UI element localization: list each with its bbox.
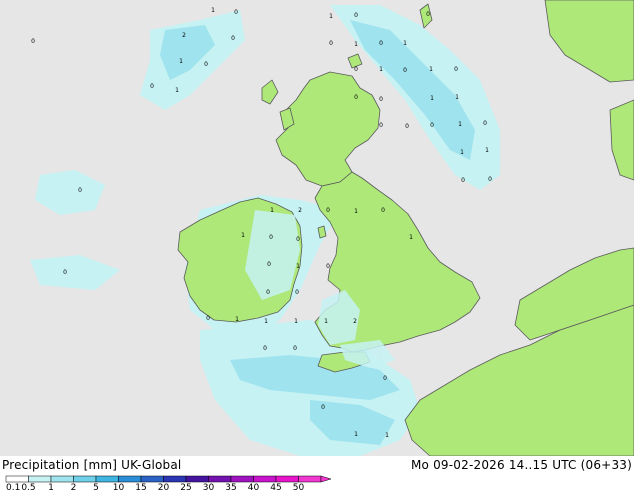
map-value: 0 (430, 122, 434, 129)
colorbar-swatch (253, 475, 277, 483)
map-value: 1 (324, 318, 328, 325)
map-value: 1 (211, 7, 215, 14)
colorbar-tick-label: 10 (113, 483, 125, 490)
colorbar-tick-label: 30 (203, 483, 215, 490)
map-value: 1 (179, 58, 183, 65)
map-value: 0 (379, 122, 383, 129)
colorbar-swatch (298, 475, 322, 483)
colorbar-swatch (163, 475, 187, 483)
map-value: 0 (269, 234, 273, 241)
colorbar-tick-label: 5 (93, 483, 99, 490)
map-value: 1 (354, 208, 358, 215)
colorbar-swatch (28, 475, 52, 483)
colorbar-swatch (185, 475, 209, 483)
map-value: 1 (430, 95, 434, 102)
map-value: 1 (270, 207, 274, 214)
colorbar-tick-label: 0.1 (6, 483, 20, 490)
map-value: 0 (293, 345, 297, 352)
map-value: 1 (460, 149, 464, 156)
map-value: 0 (381, 207, 385, 214)
map-value: 0 (150, 83, 154, 90)
map-value: 1 (329, 13, 333, 20)
map-value: 0 (483, 120, 487, 127)
map-value: 0 (329, 40, 333, 47)
map-value: 1 (409, 234, 413, 241)
map-value: 0 (296, 236, 300, 243)
colorbar-swatch (118, 475, 142, 483)
map-value: 1 (241, 232, 245, 239)
map-value: 1 (354, 41, 358, 48)
colorbar-swatch (5, 475, 29, 483)
map-value: 1 (264, 318, 268, 325)
colorbar-tick-label: 15 (135, 483, 146, 490)
product-title: Precipitation [mm] UK-Global (2, 458, 182, 472)
map-value: 0 (63, 269, 67, 276)
colorbar-swatch (50, 475, 74, 483)
map-value: 2 (182, 32, 186, 39)
map-value: 0 (204, 61, 208, 68)
colorbar-tick-label: 45 (270, 483, 281, 490)
map-value: 0 (326, 263, 330, 270)
map-value: 2 (353, 318, 357, 325)
colorbar-swatch (275, 475, 299, 483)
map-value: 0 (426, 11, 430, 18)
map-value: 0 (379, 40, 383, 47)
map-value: 0 (267, 261, 271, 268)
colorbar-arrow (320, 475, 332, 483)
map-value: 1 (296, 263, 300, 270)
map-value: 0 (266, 289, 270, 296)
colorbar-swatch (73, 475, 97, 483)
precipitation-colorbar: 0.1 0.5 1 2 5 10 15 20 25 30 35 40 45 50 (5, 475, 332, 490)
map-value: 0 (379, 96, 383, 103)
map-value: 0 (206, 315, 210, 322)
colorbar-tick-label: 35 (225, 483, 236, 490)
map-value: 0 (454, 66, 458, 73)
colorbar-swatch (230, 475, 254, 483)
map-value: 0 (354, 12, 358, 19)
map-value: 0 (383, 375, 387, 382)
map-value: 0 (354, 66, 358, 73)
map-value: 1 (294, 318, 298, 325)
colorbar-tick-label: 1 (48, 483, 54, 490)
colorbar-tick-label: 40 (248, 483, 260, 490)
map-value: 1 (385, 432, 389, 439)
colorbar-tick-label: 2 (71, 483, 77, 490)
precipitation-map: 1 0 0 2 0 1 0 0 1 1 0 0 0 1 0 1 0 1 0 1 … (0, 0, 634, 456)
map-value: 1 (485, 147, 489, 154)
map-value: 0 (234, 9, 238, 16)
map-value: 0 (461, 177, 465, 184)
map-value: 0 (78, 187, 82, 194)
map-value: 0 (31, 38, 35, 45)
map-value: 1 (458, 121, 462, 128)
colorbar-tick-label: 0.5 (21, 483, 35, 490)
map-value: 0 (403, 67, 407, 74)
colorbar-tick-label: 20 (158, 483, 170, 490)
map-value: 0 (321, 404, 325, 411)
map-value: 1 (429, 66, 433, 73)
colorbar-swatch (208, 475, 232, 483)
map-value: 2 (298, 207, 302, 214)
colorbar-swatch (140, 475, 164, 483)
map-value: 0 (231, 35, 235, 42)
map-value: 1 (235, 316, 239, 323)
map-value: 1 (354, 431, 358, 438)
map-value: 1 (175, 87, 179, 94)
map-value: 0 (295, 289, 299, 296)
colorbar-swatch (95, 475, 119, 483)
map-value: 0 (405, 123, 409, 130)
map-value: 1 (455, 94, 459, 101)
map-value: 0 (263, 345, 267, 352)
colorbar-tick-label: 25 (180, 483, 191, 490)
map-value: 0 (354, 94, 358, 101)
map-value: 0 (326, 207, 330, 214)
map-value: 0 (488, 176, 492, 183)
map-value: 1 (403, 40, 407, 47)
map-value: 1 (379, 66, 383, 73)
legend-footer: Precipitation [mm] UK-Global Mo 09-02-20… (0, 456, 634, 490)
colorbar-tick-label: 50 (293, 483, 305, 490)
forecast-datetime: Mo 09-02-2026 14..15 UTC (06+33) (410, 458, 632, 472)
